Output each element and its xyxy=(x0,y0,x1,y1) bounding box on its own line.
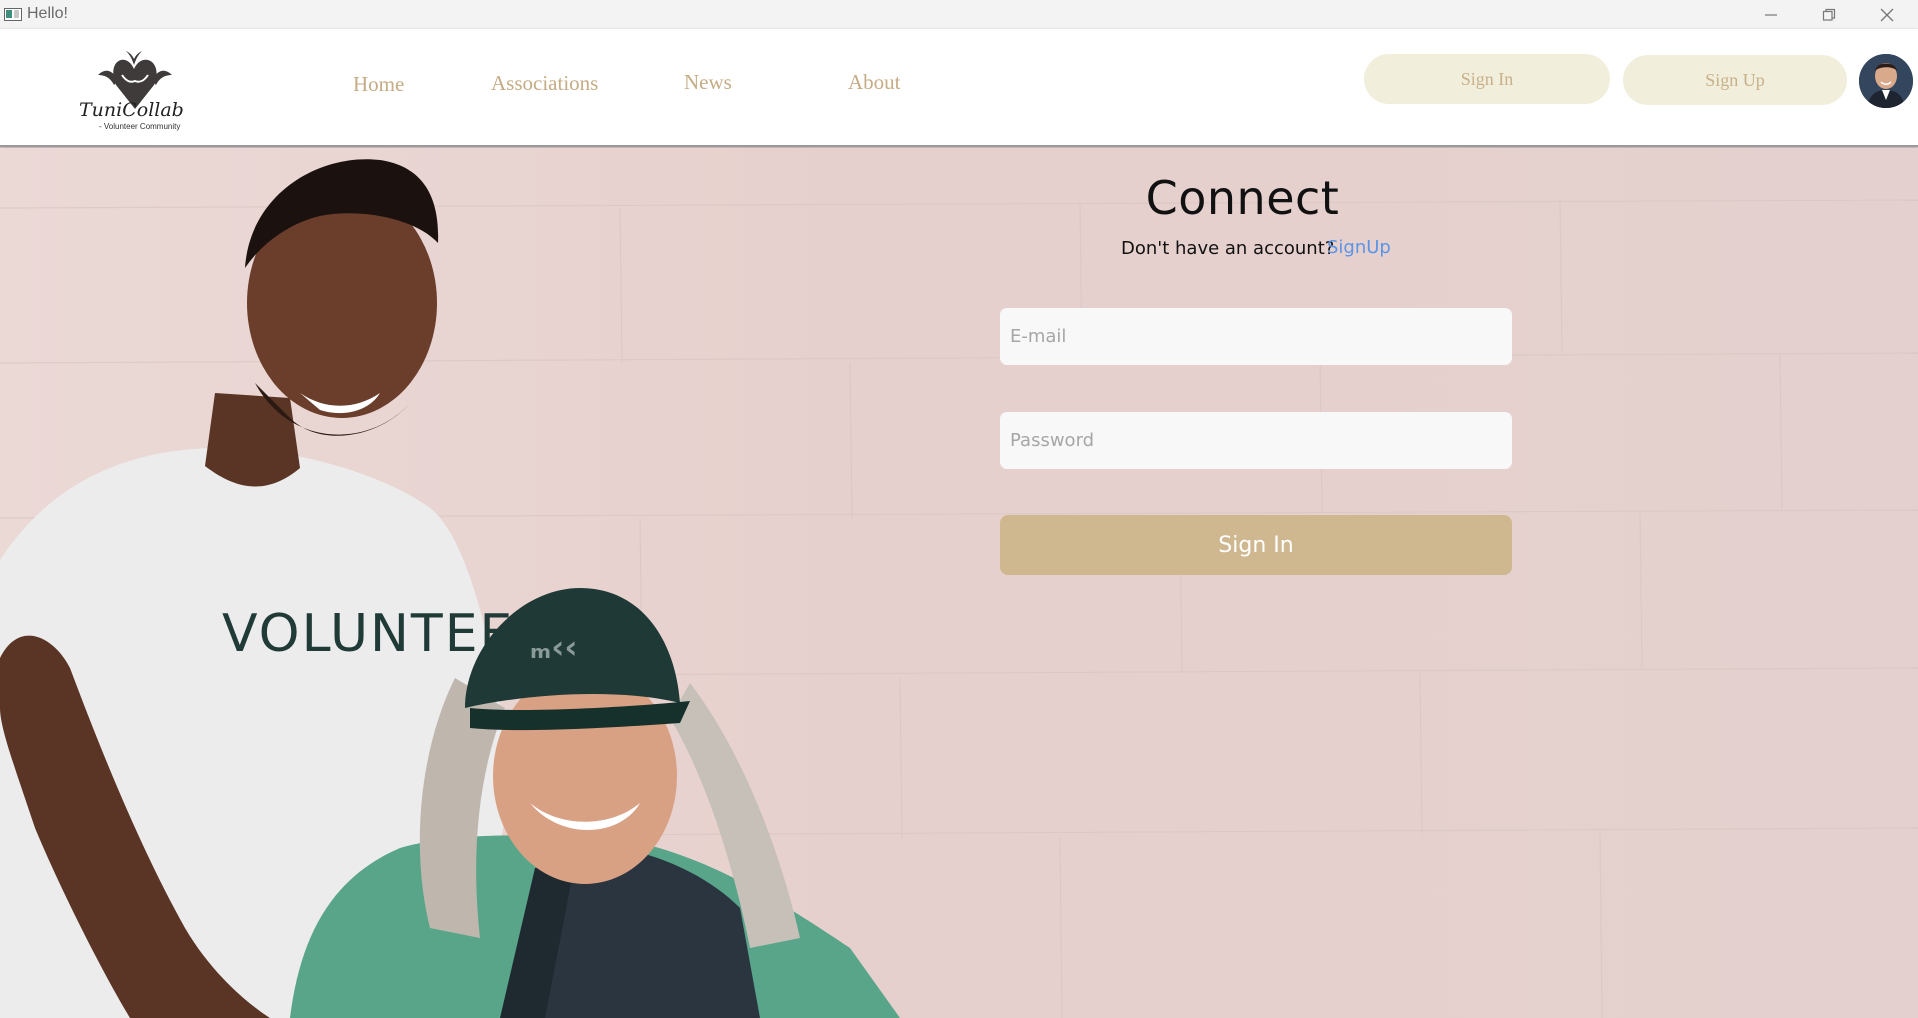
close-icon xyxy=(1880,8,1894,21)
sign-in-button[interactable]: Sign In xyxy=(1000,515,1512,575)
close-button[interactable] xyxy=(1858,0,1916,29)
nav-news[interactable]: News xyxy=(684,70,732,95)
logo-tagline: - Volunteer Community xyxy=(99,122,181,131)
site-header: TuniCollab - Volunteer Community Home As… xyxy=(0,29,1918,147)
signup-link[interactable]: SignUp xyxy=(1327,237,1391,258)
nav-associations[interactable]: Associations xyxy=(491,71,598,96)
no-account-text: Don't have an account? xyxy=(1121,238,1335,259)
hero-background-photo: VOLUNTEER ₘ‹‹ xyxy=(0,148,1918,1018)
user-avatar-icon xyxy=(1859,54,1913,108)
minimize-icon xyxy=(1765,13,1777,16)
nav-home[interactable]: Home xyxy=(353,72,404,97)
restore-button[interactable] xyxy=(1800,0,1858,29)
header-sign-up-button[interactable]: Sign Up xyxy=(1623,55,1847,105)
window-title: Hello! xyxy=(27,5,68,22)
user-avatar[interactable] xyxy=(1859,54,1913,108)
minimize-button[interactable] xyxy=(1742,0,1800,29)
nav-about[interactable]: About xyxy=(848,70,901,95)
login-title: Connect xyxy=(1145,171,1340,225)
password-field[interactable] xyxy=(1000,412,1512,469)
app-icon xyxy=(4,8,22,21)
email-field[interactable] xyxy=(1000,308,1512,365)
volunteers-photo: VOLUNTEER ₘ‹‹ xyxy=(0,159,1918,1018)
window-titlebar: Hello! xyxy=(0,0,1918,29)
header-sign-in-button[interactable]: Sign In xyxy=(1364,54,1610,104)
logo-wordmark: TuniCollab xyxy=(79,99,184,121)
svg-text:ₘ‹‹: ₘ‹‹ xyxy=(530,628,578,666)
restore-icon xyxy=(1822,8,1836,21)
